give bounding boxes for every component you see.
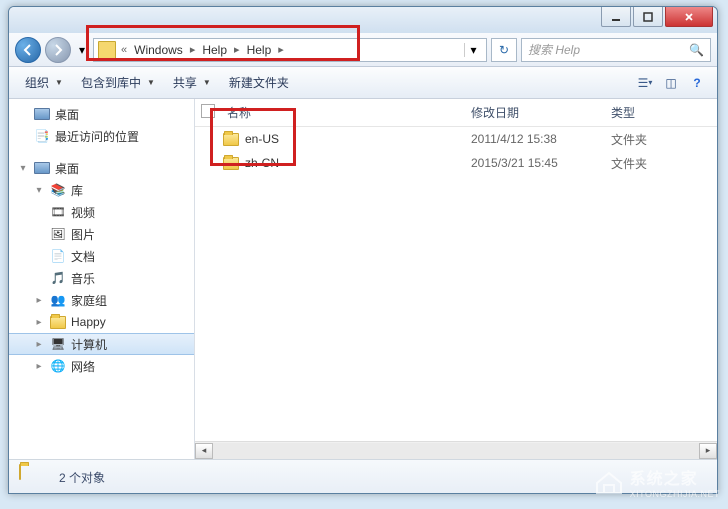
scroll-right-button[interactable]: ▸	[699, 443, 717, 459]
file-date: 2011/4/12 15:38	[471, 132, 611, 146]
navbar: ▾ « Windows ▸ Help ▸ Help ▸ ▾ ↻ 搜索 Help …	[9, 33, 717, 67]
navigation-pane: 桌面 📑最近访问的位置 ▾桌面 ▾📚库 🎞视频 🖼图片 📄文档 🎵音乐 ▸👥家庭…	[9, 99, 195, 459]
history-dropdown[interactable]: ▾	[75, 37, 89, 63]
sidebar-item-desktop[interactable]: ▾桌面	[9, 157, 194, 179]
sidebar-item-pictures[interactable]: 🖼图片	[9, 223, 194, 245]
column-headers: 名称 修改日期 类型	[195, 99, 717, 127]
refresh-button[interactable]: ↻	[491, 38, 517, 62]
search-placeholder: 搜索 Help	[528, 41, 580, 58]
expand-icon[interactable]: ▾	[17, 163, 29, 174]
desktop-icon	[33, 159, 51, 177]
address-bar[interactable]: « Windows ▸ Help ▸ Help ▸ ▾	[93, 38, 487, 62]
file-name: zh-CN	[245, 156, 471, 170]
expand-icon[interactable]: ▾	[33, 185, 45, 196]
expand-icon[interactable]: ▸	[33, 361, 45, 372]
select-all-checkbox[interactable]	[201, 104, 215, 118]
user-folder-icon	[49, 313, 67, 331]
expand-icon[interactable]: ▸	[33, 317, 45, 328]
sidebar-item-library[interactable]: ▾📚库	[9, 179, 194, 201]
file-name: en-US	[245, 132, 471, 146]
column-type[interactable]: 类型	[611, 104, 717, 121]
sidebar-item-homegroup[interactable]: ▸👥家庭组	[9, 289, 194, 311]
file-list: en-US 2011/4/12 15:38 文件夹 zh-CN 2015/3/2…	[195, 127, 717, 441]
breadcrumb-seg[interactable]: Windows	[132, 42, 185, 58]
help-button[interactable]: ?	[685, 72, 709, 94]
search-icon: 🔍	[689, 43, 704, 57]
file-row[interactable]: en-US 2011/4/12 15:38 文件夹	[195, 127, 717, 151]
preview-pane-button[interactable]: ◫	[659, 72, 683, 94]
chevron-right-icon[interactable]: ▸	[231, 43, 243, 56]
video-icon: 🎞	[49, 203, 67, 221]
column-date[interactable]: 修改日期	[471, 104, 611, 121]
sidebar-item-desktop-fav[interactable]: 桌面	[9, 103, 194, 125]
sidebar-item-network[interactable]: ▸🌐网络	[9, 355, 194, 377]
file-row[interactable]: zh-CN 2015/3/21 15:45 文件夹	[195, 151, 717, 175]
expand-icon[interactable]: ▸	[33, 339, 45, 350]
close-button[interactable]	[665, 7, 713, 27]
folder-icon	[19, 465, 49, 491]
status-text: 2 个对象	[59, 469, 105, 486]
breadcrumb-prefix: «	[118, 44, 130, 56]
sidebar-item-documents[interactable]: 📄文档	[9, 245, 194, 267]
horizontal-scrollbar[interactable]: ◂ ▸	[195, 441, 717, 459]
sidebar-item-music[interactable]: 🎵音乐	[9, 267, 194, 289]
homegroup-icon: 👥	[49, 291, 67, 309]
status-bar: 2 个对象	[9, 459, 717, 494]
share-menu[interactable]: 共享▼	[165, 70, 219, 95]
minimize-button[interactable]	[601, 7, 631, 27]
sidebar-item-computer[interactable]: ▸🖥计算机	[9, 333, 194, 355]
chevron-right-icon[interactable]: ▸	[187, 43, 199, 56]
desktop-icon	[33, 105, 51, 123]
folder-icon	[223, 133, 239, 146]
organize-menu[interactable]: 组织▼	[17, 70, 71, 95]
new-folder-button[interactable]: 新建文件夹	[221, 70, 297, 95]
breadcrumb-seg[interactable]: Help	[245, 42, 274, 58]
sidebar-item-videos[interactable]: 🎞视频	[9, 201, 194, 223]
breadcrumb-seg[interactable]: Help	[200, 42, 229, 58]
library-icon: 📚	[49, 181, 67, 199]
view-options-button[interactable]: ☰▾	[633, 72, 657, 94]
music-icon: 🎵	[49, 269, 67, 287]
picture-icon: 🖼	[49, 225, 67, 243]
back-button[interactable]	[15, 37, 41, 63]
forward-button[interactable]	[45, 37, 71, 63]
network-icon: 🌐	[49, 357, 67, 375]
titlebar	[9, 7, 717, 33]
scroll-left-button[interactable]: ◂	[195, 443, 213, 459]
document-icon: 📄	[49, 247, 67, 265]
recent-icon: 📑	[33, 127, 51, 145]
explorer-window: ▾ « Windows ▸ Help ▸ Help ▸ ▾ ↻ 搜索 Help …	[8, 6, 718, 494]
include-in-library-menu[interactable]: 包含到库中▼	[73, 70, 163, 95]
file-type: 文件夹	[611, 131, 647, 148]
folder-icon	[98, 41, 116, 59]
toolbar: 组织▼ 包含到库中▼ 共享▼ 新建文件夹 ☰▾ ◫ ?	[9, 67, 717, 99]
sidebar-item-happy[interactable]: ▸Happy	[9, 311, 194, 333]
address-dropdown[interactable]: ▾	[464, 43, 482, 57]
folder-icon	[223, 157, 239, 170]
sidebar-item-recent[interactable]: 📑最近访问的位置	[9, 125, 194, 147]
maximize-button[interactable]	[633, 7, 663, 27]
file-type: 文件夹	[611, 155, 647, 172]
column-name[interactable]: 名称	[223, 104, 471, 121]
file-date: 2015/3/21 15:45	[471, 156, 611, 170]
scroll-track[interactable]	[213, 443, 699, 459]
expand-icon[interactable]: ▸	[33, 295, 45, 306]
explorer-body: 桌面 📑最近访问的位置 ▾桌面 ▾📚库 🎞视频 🖼图片 📄文档 🎵音乐 ▸👥家庭…	[9, 99, 717, 459]
chevron-right-icon[interactable]: ▸	[275, 43, 287, 56]
file-list-pane: 名称 修改日期 类型 en-US 2011/4/12 15:38 文件夹 zh-…	[195, 99, 717, 459]
computer-icon: 🖥	[49, 335, 67, 353]
search-input[interactable]: 搜索 Help 🔍	[521, 38, 711, 62]
